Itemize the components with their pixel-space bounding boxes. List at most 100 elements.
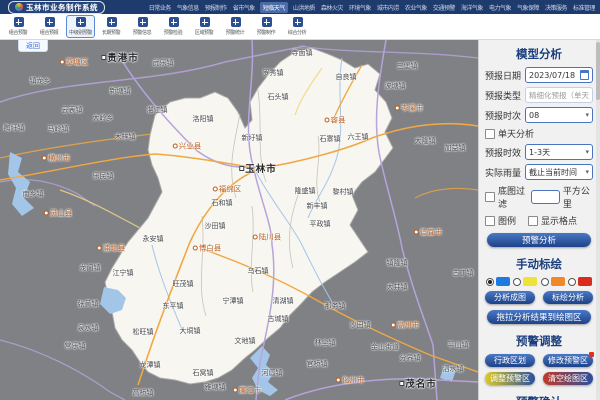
nav-item[interactable]: 农业气象 [404,2,428,13]
map-label: 信宜市 [414,227,443,238]
drag-result-to-canvas-button[interactable]: 拖拉分析结果到绘图区 [487,310,591,324]
nav-item[interactable]: 预报制作 [204,2,228,13]
nav-item[interactable]: 省市气象 [232,2,256,13]
map-label: 湛江镇 [147,105,168,115]
nav-item[interactable]: 环境气象 [348,2,372,13]
tool-tab[interactable]: 区域预警 [190,15,219,38]
legend-label: 图例 [498,214,516,227]
map-label: 乌石镇 [248,266,269,276]
grid-icon [45,17,55,27]
tool-tab[interactable]: 预警制作 [252,15,281,38]
chevron-down-icon: ▾ [585,169,589,176]
map-label: 旺茂镇 [173,279,194,289]
analysis-to-image-button[interactable]: 分析成图 [485,291,535,304]
app-window: 玉林市业务制作系统 日常业务气象信息预报制作省市气象短临天气山洪地质森林火灾环境… [0,0,600,400]
nav-item[interactable]: 电力气象 [488,2,512,13]
warning-analysis-button[interactable]: 预警分析 [487,233,591,247]
map-label: 金山街道 [371,342,399,352]
tool-tab[interactable]: 预警统计 [221,15,250,38]
area-filter-input[interactable] [531,190,560,204]
nav-item[interactable]: 森林火灾 [320,2,344,13]
show-grid-checkbox[interactable] [528,216,538,226]
map-label: 洛阳镇 [193,114,214,124]
place-marker-icon [253,235,258,240]
plot-color-radio[interactable] [486,277,510,286]
tool-tab[interactable]: 综合分析 [283,15,312,38]
nav-item[interactable]: 海洋气象 [460,2,484,13]
forecast-hour-select[interactable]: 08 ▾ [525,107,593,123]
nav-item[interactable]: 气象信息 [176,2,200,13]
map-label: 马岭镇 [48,124,69,134]
tool-tab[interactable]: 组合预报 [35,15,64,38]
map-label: 黎村镇 [333,187,354,197]
map-label: 大岭乡 [93,113,114,123]
map-label: 东平镇 [163,301,184,311]
place-marker-icon [325,118,330,123]
tool-tab[interactable]: 预警检验 [159,15,188,38]
forecast-period-select[interactable]: 1-3天 ▾ [525,144,593,160]
plot-analysis-button[interactable]: 标绘分析 [543,291,593,304]
single-day-checkbox[interactable] [485,129,495,139]
show-grid-label: 显示格点 [541,214,577,227]
place-marker-icon [239,166,244,171]
map-label: 武乐镇 [153,58,174,68]
actual-rain-select[interactable]: 截止当前时间 ▾ [525,164,593,180]
forecast-type-row: 预报类型 精细化预报（单天） [485,87,593,103]
calendar-icon [580,70,589,80]
tool-tab[interactable]: 长期预警 [97,15,126,38]
map-label: 泉水镇 [78,323,99,333]
basemap-filter-checkbox[interactable] [485,192,495,202]
plot-color-radio[interactable] [513,277,537,286]
app-logo[interactable]: 玉林市业务制作系统 [8,1,105,14]
map-label: 泗水镇 [443,364,464,374]
nav-item[interactable]: 短临天气 [260,2,288,13]
color-swatch [523,277,537,286]
nav-item[interactable]: 交通预警 [432,2,456,13]
adjust-warning-area-button[interactable]: 调整预警区 [485,372,535,385]
sidebar-scrollbar[interactable] [596,40,600,400]
map-label: 那务镇 [325,301,346,311]
nav-item[interactable]: 日常业务 [148,2,172,13]
map-label: 石和镇 [212,198,233,208]
color-swatch [578,277,592,286]
nav-item[interactable]: 决策服务 [544,2,568,13]
nav-item[interactable]: 城市内涝 [376,2,400,13]
map-label: 寺面镇 [292,48,313,58]
map-label: 松旺镇 [133,327,154,337]
back-button[interactable]: 返回 [18,40,48,52]
clear-canvas-button[interactable]: 清空绘图区 [543,372,593,385]
forecast-hour-label: 预报时次 [485,109,525,122]
forecast-date-input[interactable]: 2023/07/18 [525,67,593,83]
grid-icon [138,17,148,27]
grid-icon [293,17,303,27]
map-label: 龙潭镇 [140,360,161,370]
nav-item[interactable]: 标准管理 [572,2,596,13]
model-analysis-panel: 模型分析 预报日期 2023/07/18 预报类型 精细化预报（单天） 预报时次… [478,40,600,400]
modify-warning-area-button[interactable]: 修改预警区 [543,354,593,367]
forecast-type-label: 预报类型 [485,89,525,102]
map-label: 林尘镇 [315,338,336,348]
grid-icon [262,17,272,27]
map-label: 福绵区 [213,184,242,195]
tab-label: 长期预警 [102,28,120,35]
tool-tab[interactable]: 组合预警 [4,15,33,38]
tool-tab[interactable]: 中级别预警 [66,15,95,38]
place-marker-icon [101,55,106,60]
admin-boundary-button[interactable]: 行政区划 [485,354,535,367]
map-label: 龙门镇 [80,263,101,273]
plot-color-radio[interactable] [568,277,592,286]
scrollbar-thumb[interactable] [596,42,600,100]
nav-item[interactable]: 山洪地质 [292,2,316,13]
tool-tab[interactable]: 预警信息 [128,15,157,38]
map-label: 镇龙乡 [30,76,51,86]
map-label: 石头镇 [268,92,289,102]
actual-rain-row: 实际雨量 截止当前时间 ▾ [485,164,593,180]
map-label: 玉林市 [239,161,277,175]
legend-checkbox[interactable] [485,216,495,226]
map-canvas[interactable]: 返回 贵港市 玉林市 茂名市 [0,40,478,400]
tab-label: 组合预警 [9,28,27,35]
nav-item[interactable]: 气象保障 [516,2,540,13]
plot-color-radio[interactable] [541,277,565,286]
tab-label: 预警制作 [257,28,275,35]
map-label: 石寨镇 [320,134,341,144]
